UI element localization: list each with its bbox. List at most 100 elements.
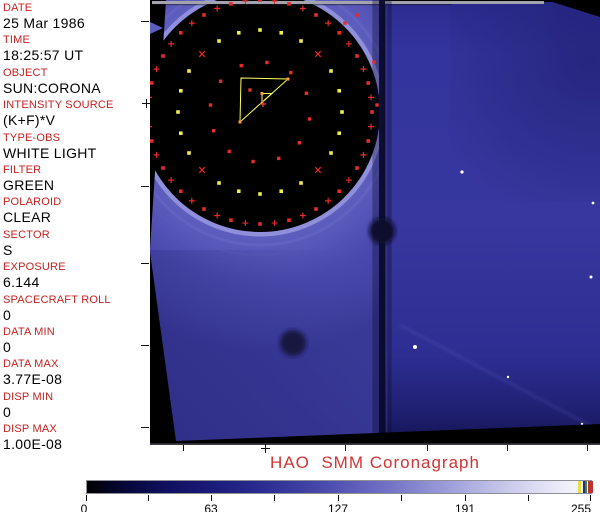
fiducial-dot	[217, 39, 221, 43]
fiducial-dot	[258, 0, 262, 2]
field-label: INTENSITY SOURCE	[3, 99, 114, 112]
fiducial-dot	[355, 13, 359, 17]
fiducial-dot	[355, 166, 359, 170]
field-label: DATA MIN	[3, 325, 55, 338]
fiducial-dot	[337, 189, 341, 193]
axis-tick	[141, 263, 149, 264]
axis-tick	[141, 427, 149, 428]
fiducial-dot	[314, 13, 318, 17]
fiducial-dot	[277, 156, 281, 161]
sidebar-field: TIME 18:25:57 UT	[3, 34, 150, 66]
sidebar-field: DISP MAX 1.00E-08	[3, 423, 150, 455]
field-value: 0	[3, 306, 12, 323]
colorbar-stripe	[578, 481, 581, 493]
field-label: FILTER	[3, 163, 42, 176]
axis-tick	[141, 21, 149, 22]
fiducial-dot	[150, 81, 154, 85]
sidebar-fields: DATE 25 Mar 1986 TIME 18:25:57 UT OBJECT SUN:…	[0, 0, 150, 460]
field-label: TIME	[3, 34, 31, 47]
fiducial-dot	[202, 13, 206, 17]
field-value: WHITE LIGHT	[3, 144, 97, 161]
axis-tick	[507, 445, 508, 451]
sidebar-field: FILTER GREEN	[3, 164, 150, 196]
field-label: DATE	[3, 2, 33, 14]
axis-plus-marker	[265, 444, 266, 453]
star-speck	[506, 375, 510, 379]
field-value: 18:25:57 UT	[3, 47, 84, 64]
axis-tick	[183, 445, 184, 451]
dark-blob	[280, 330, 306, 356]
fiducial-dot	[279, 189, 284, 194]
fiducial-dot	[304, 91, 309, 95]
fiducial-dot	[202, 207, 206, 211]
axis-tick	[141, 345, 149, 346]
colorbar-tick-minor	[274, 495, 275, 501]
fiducial-dot	[239, 63, 243, 68]
colorbar-stripe	[588, 481, 593, 493]
fiducial-dot	[337, 31, 341, 35]
fiducial-dot	[366, 139, 370, 143]
sidebar-field: TYPE-OBS WHITE LIGHT	[3, 132, 150, 164]
fiducial-dot	[355, 54, 359, 58]
star-speck	[589, 275, 593, 279]
fiducial-dot	[161, 166, 165, 170]
fiducial-dot	[265, 60, 269, 65]
sidebar-field: DISP MIN 0	[3, 391, 150, 423]
star-speck	[413, 345, 417, 349]
fiducial-dot	[238, 120, 242, 124]
fiducial-dot	[236, 189, 241, 194]
fiducial-dot	[314, 207, 318, 211]
fiducial-dot	[236, 30, 241, 35]
colorbar-tick	[86, 495, 87, 501]
field-label: DATA MAX	[3, 358, 59, 371]
sidebar-field: DATA MIN 0	[3, 326, 150, 358]
fiducial-dot	[337, 131, 342, 136]
fiducial-dot	[329, 151, 333, 155]
sidebar-field: OBJECT SUN:CORONA	[3, 67, 150, 99]
fiducial-dot	[329, 69, 333, 73]
axis-tick	[141, 186, 149, 187]
fiducial-dot	[179, 189, 183, 193]
sidebar-field: SECTOR S	[3, 229, 150, 261]
fiducial-dot	[150, 139, 154, 143]
field-value: 3.77E-08	[3, 371, 63, 388]
fiducial-dot	[372, 60, 376, 64]
fiducial-dot	[208, 103, 213, 107]
axis-tick	[587, 445, 588, 451]
colorbar-tick-minor	[148, 495, 149, 501]
fiducial-dot	[176, 110, 180, 114]
field-value: 0	[3, 403, 12, 420]
fiducial-dot	[229, 218, 233, 222]
field-label: OBJECT	[3, 66, 48, 79]
sidebar-field: DATA MAX 3.77E-08	[3, 358, 150, 390]
fiducial-dot	[217, 181, 221, 185]
colorbar	[86, 480, 593, 494]
fiducial-dot	[297, 141, 302, 145]
field-value: 0	[3, 338, 12, 355]
star-speck	[591, 201, 595, 205]
field-label: DISP MIN	[3, 390, 54, 403]
image-bottom-border	[150, 443, 600, 445]
sidebar-field: DATE 25 Mar 1986	[3, 2, 150, 34]
coronagraph-image-area	[150, 0, 600, 445]
colorbar-tick	[465, 495, 466, 501]
field-value: SUN:CORONA	[3, 79, 101, 96]
right-field-dark-patch	[450, 2, 600, 202]
screen: DATE 25 Mar 1986 TIME 18:25:57 UT OBJECT SUN:…	[0, 0, 600, 512]
sidebar-field: SPACECRAFT ROLL 0	[3, 294, 150, 326]
axis-tick	[345, 445, 346, 451]
pylon-ball	[369, 218, 395, 244]
colorbar-label: 0	[80, 502, 88, 512]
field-label: EXPOSURE	[3, 261, 66, 274]
coronagraph-image	[150, 0, 600, 445]
fiducial-dot	[211, 129, 216, 133]
field-label: DISP MAX	[3, 423, 57, 436]
fiducial-dot	[229, 2, 233, 6]
field-label: SECTOR	[3, 228, 50, 241]
fiducial-dot	[307, 117, 312, 121]
fiducial-dot	[370, 110, 374, 114]
field-value: (K+F)*V	[3, 112, 56, 129]
colorbar-label: 127	[327, 502, 349, 512]
fiducial-dot	[178, 88, 183, 93]
fiducial-dot	[286, 77, 290, 81]
